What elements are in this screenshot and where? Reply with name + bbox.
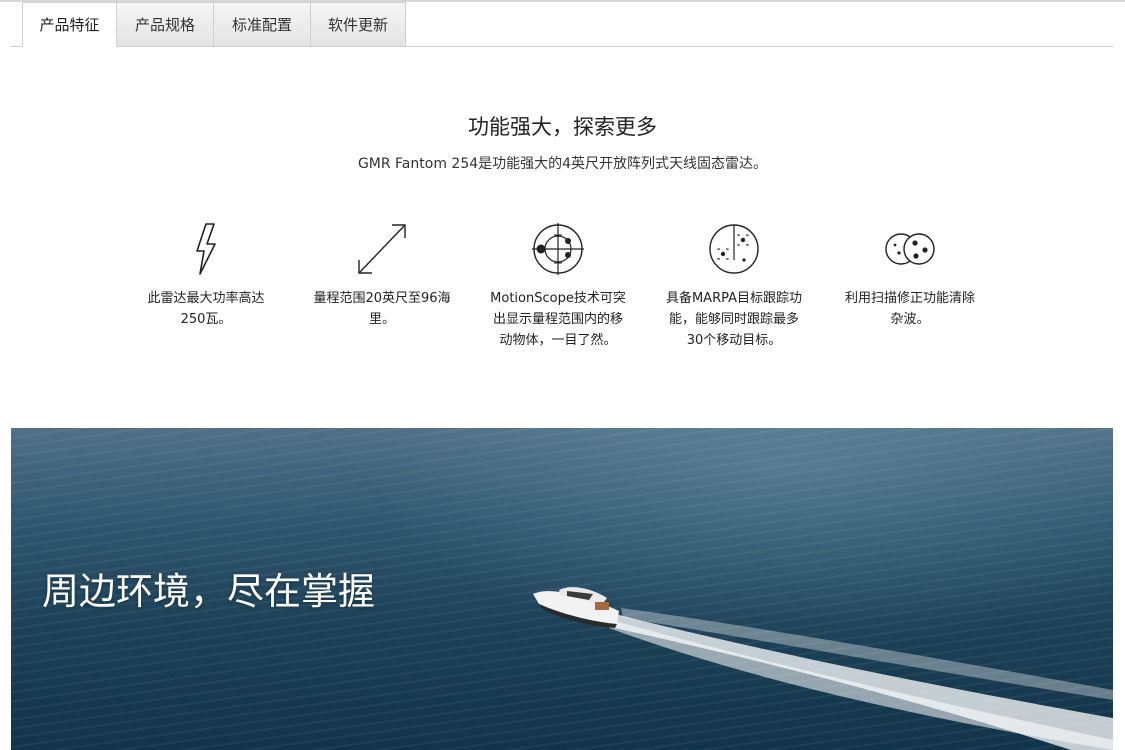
feature-text: 此雷达最大功率高达250瓦。: [147, 291, 265, 327]
feature-item-marpa: 具备MARPA目标跟踪功能，能够同时跟踪最多30个移动目标。: [646, 220, 822, 351]
feature-item-motionscope: MotionScope技术可突出显示量程范围内的移动物体，一目了然。: [470, 220, 646, 351]
feature-item-power: 此雷达最大功率高达250瓦。: [118, 220, 294, 330]
clutter-circles-icon: [885, 233, 935, 265]
feature-text: 量程范围20英尺至96海里。: [313, 291, 451, 327]
section-subline: GMR Fantom 254是功能强大的4英尺开放阵列式天线固态雷达。: [357, 156, 768, 172]
feature-item-range: 量程范围20英尺至96海里。: [294, 220, 470, 330]
tab-product-features[interactable]: 产品特征: [22, 2, 117, 47]
feature-text: MotionScope技术可突出显示量程范围内的移动物体，一目了然。: [490, 291, 626, 348]
tab-product-specs[interactable]: 产品规格: [116, 2, 214, 46]
hero-banner: 周边环境，尽在掌握: [11, 428, 1113, 750]
tab-software-updates[interactable]: 软件更新: [310, 2, 406, 46]
feature-text: 利用扫描修正功能清除杂波。: [844, 291, 975, 327]
hero-title: 周边环境，尽在掌握: [42, 570, 375, 613]
tab-bar: 产品特征 产品规格 标准配置 软件更新: [11, 2, 1113, 47]
tab-standard-config[interactable]: 标准配置: [213, 2, 311, 46]
page: 产品特征 产品规格 标准配置 软件更新 功能强大，探索更多 GMR Fantom…: [0, 0, 1125, 750]
feature-item-clutter: 利用扫描修正功能清除杂波。: [822, 220, 998, 330]
feature-text: 具备MARPA目标跟踪功能，能够同时跟踪最多30个移动目标。: [665, 291, 803, 348]
lightning-bolt-icon: [196, 223, 216, 275]
diagonal-arrow-icon: [358, 224, 406, 274]
feature-list: 此雷达最大功率高达250瓦。 量程范围20英尺至96海里。 MotionScop…: [118, 220, 998, 360]
radar-tracking-icon: [709, 224, 759, 274]
crosshair-target-icon: [532, 223, 584, 275]
section-headline: 功能强大，探索更多: [468, 115, 657, 139]
